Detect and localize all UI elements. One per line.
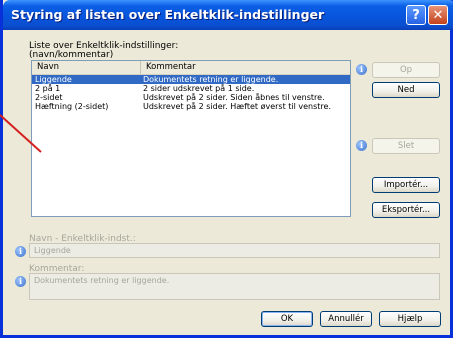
row-comment: Udskrevet på 2 sider. Hæftet øverst til … <box>143 102 331 111</box>
help-title-button[interactable]: ? <box>406 5 426 25</box>
export-button[interactable]: Eksportér... <box>372 202 440 218</box>
close-icon: ✕ <box>432 7 444 23</box>
list-row[interactable]: 2-sidet Udskrevet på 2 sider. Siden åbne… <box>32 93 350 102</box>
column-header-comment[interactable]: Kommentar <box>141 61 350 74</box>
cancel-button[interactable]: Annullér <box>320 311 372 327</box>
info-icon[interactable]: i <box>356 64 367 75</box>
info-icon[interactable]: i <box>15 246 26 257</box>
row-name: Hæftning (2-sidet) <box>35 102 109 111</box>
list-row[interactable]: 2 på 1 2 sider udskrevet på 1 side. <box>32 84 350 93</box>
row-name: Liggende <box>35 75 72 84</box>
delete-button[interactable]: Slet <box>372 138 440 154</box>
name-field[interactable]: Liggende <box>29 243 440 258</box>
up-button[interactable]: Op <box>372 62 440 78</box>
ok-button[interactable]: OK <box>261 311 313 327</box>
list-row[interactable]: Hæftning (2-sidet) Udskrevet på 2 sider.… <box>32 102 350 111</box>
import-button[interactable]: Importér... <box>372 177 440 193</box>
window-title: Styring af listen over Enkeltklik-indsti… <box>11 7 325 22</box>
down-button[interactable]: Ned <box>372 82 440 98</box>
row-name: 2-sidet <box>35 93 63 102</box>
list-row[interactable]: Liggende Dokumentets retning er liggende… <box>32 75 350 84</box>
list-caption-sub: (navn/kommentar) <box>29 50 114 60</box>
title-bar[interactable]: Styring af listen over Enkeltklik-indsti… <box>3 0 453 30</box>
row-comment: Dokumentets retning er liggende. <box>143 75 279 84</box>
settings-list[interactable]: Navn Kommentar Liggende Dokumentets retn… <box>31 60 351 217</box>
help-button[interactable]: Hjælp <box>379 311 441 327</box>
row-name: 2 på 1 <box>35 84 61 93</box>
question-icon: ? <box>412 7 420 23</box>
dialog-window: Styring af listen over Enkeltklik-indsti… <box>0 0 453 338</box>
list-header: Navn Kommentar <box>32 61 350 75</box>
close-button[interactable]: ✕ <box>428 5 448 25</box>
column-header-name[interactable]: Navn <box>32 61 141 74</box>
info-icon[interactable]: i <box>356 140 367 151</box>
comment-field[interactable]: Dokumentets retning er liggende. <box>29 273 440 300</box>
row-comment: Udskrevet på 2 sider. Siden åbnes til ve… <box>143 93 325 102</box>
info-icon[interactable]: i <box>15 276 26 287</box>
row-comment: 2 sider udskrevet på 1 side. <box>143 84 255 93</box>
